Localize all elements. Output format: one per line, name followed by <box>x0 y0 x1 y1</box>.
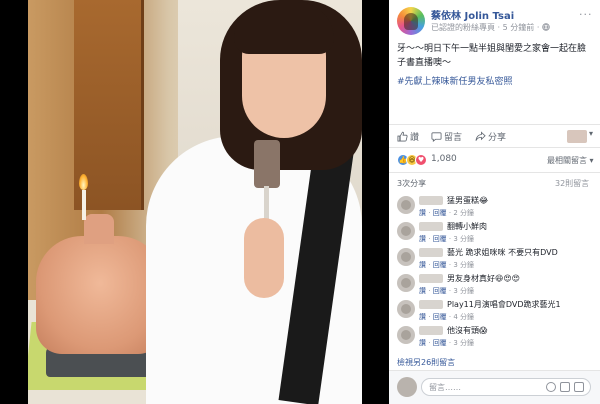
gif-icon[interactable] <box>574 382 584 392</box>
cake-neck <box>84 214 114 244</box>
globe-icon <box>542 23 550 31</box>
verified-label: 已認證的粉絲專頁 <box>431 23 495 32</box>
photo-scene <box>28 0 362 404</box>
comment-text: Play11月演唱會DVD跪求藝光1 <box>447 300 561 309</box>
sort-label: 最相關留言 <box>547 156 587 165</box>
love-reaction-icon: ♥ <box>415 154 427 166</box>
candle-flame <box>79 174 88 190</box>
comment-input-placeholder: 留言…… <box>429 383 461 392</box>
commenter-avatar[interactable] <box>397 248 415 266</box>
action-bar: 讚 留言 分享 ▾ <box>389 124 600 148</box>
view-more-comments-link[interactable]: 檢視另26則留言 <box>397 357 455 368</box>
comment-text: 猛男蛋糕😂 <box>447 196 489 205</box>
post-photo[interactable] <box>0 0 389 404</box>
emoji-icon[interactable] <box>546 382 556 392</box>
post-meta: 已認證的粉絲專頁 · 5 分鐘前 · <box>431 22 550 33</box>
commenter-avatar[interactable] <box>397 222 415 240</box>
comment-reply-link[interactable]: 回覆 <box>433 339 447 347</box>
comment-time[interactable]: 3 分鐘 <box>453 287 474 295</box>
comment-time[interactable]: 3 分鐘 <box>453 235 474 243</box>
chevron-down-icon: ▾ <box>589 156 594 165</box>
commenter-avatar[interactable] <box>397 300 415 318</box>
comment-like-link[interactable]: 讚 <box>419 261 426 269</box>
chevron-down-icon[interactable]: ▾ <box>589 129 593 138</box>
more-options-icon[interactable]: ··· <box>579 8 593 21</box>
candle <box>82 190 86 220</box>
stats-row: 3次分享 32則留言 <box>389 172 600 192</box>
page-avatar[interactable] <box>397 7 425 35</box>
comment-item: 他沒有頭😱 讚 · 回覆 · 3 分鐘 <box>389 324 600 350</box>
comment-sort-dropdown[interactable]: 最相關留言 ▾ <box>547 155 594 166</box>
commenter-avatar[interactable] <box>397 196 415 214</box>
comment-button[interactable]: 留言 <box>431 130 462 143</box>
comment-text: 翻轉小鮮肉 <box>447 222 487 231</box>
comment-like-link[interactable]: 讚 <box>419 313 426 321</box>
comment-label: 留言 <box>444 133 463 143</box>
reaction-count: 1,080 <box>431 154 457 164</box>
commenter-avatar[interactable] <box>397 274 415 292</box>
commenter-name-blurred[interactable] <box>419 326 443 335</box>
comment-meta: 讚 · 回覆 · 3 分鐘 <box>419 339 475 347</box>
comment-text: 他沒有頭😱 <box>447 326 488 335</box>
bangs <box>234 2 334 54</box>
torso-cake <box>36 236 164 354</box>
post-text: 牙～～明日下午一點半姐與閨愛之家會一起在臉子書直播噢～ <box>397 44 587 68</box>
share-count[interactable]: 3次分享 <box>397 178 426 189</box>
comment-like-link[interactable]: 讚 <box>419 235 426 243</box>
comment-meta: 讚 · 回覆 · 3 分鐘 <box>419 261 475 269</box>
comment-reply-link[interactable]: 回覆 <box>433 261 447 269</box>
comment-reply-link[interactable]: 回覆 <box>433 235 447 243</box>
comment-composer: 留言…… <box>389 370 600 404</box>
like-button[interactable]: 讚 <box>397 130 419 143</box>
comment-item: Play11月演唱會DVD跪求藝光1 讚 · 回覆 · 4 分鐘 <box>389 298 600 324</box>
comment-text: 藝光 跪求姐咪咪 不要只有DVD <box>447 248 558 257</box>
comment-time[interactable]: 3 分鐘 <box>453 339 474 347</box>
post-hashtag[interactable]: #先獻上辣味新任男友私密照 <box>397 74 513 87</box>
like-label: 讚 <box>410 133 420 143</box>
my-avatar <box>397 377 417 397</box>
viewer-avatar[interactable] <box>567 130 587 143</box>
comment-like-link[interactable]: 讚 <box>419 287 426 295</box>
commenter-name-blurred[interactable] <box>419 196 443 205</box>
commenter-name-blurred[interactable] <box>419 274 443 283</box>
arm <box>244 218 284 298</box>
commenter-name-blurred[interactable] <box>419 248 443 257</box>
comment-like-link[interactable]: 讚 <box>419 339 426 347</box>
comment-reply-link[interactable]: 回覆 <box>433 209 447 217</box>
comment-time[interactable]: 3 分鐘 <box>453 261 474 269</box>
comment-item: 翻轉小鮮肉 讚 · 回覆 · 3 分鐘 <box>389 220 600 246</box>
comment-count[interactable]: 32則留言 <box>555 178 589 189</box>
avatar-silhouette <box>404 13 418 30</box>
post-panel: 蔡依林 Jolin Tsai 已認證的粉絲專頁 · 5 分鐘前 · ··· 牙～… <box>389 0 600 404</box>
comment-time[interactable]: 4 分鐘 <box>453 313 474 321</box>
comment-meta: 讚 · 回覆 · 2 分鐘 <box>419 209 475 217</box>
commenter-name-blurred[interactable] <box>419 300 443 309</box>
comment-icon <box>431 132 442 142</box>
comments-list: 猛男蛋糕😂 讚 · 回覆 · 2 分鐘 翻轉小鮮肉 讚 · 回覆 · 3 分鐘 … <box>389 194 600 350</box>
commenter-name-blurred[interactable] <box>419 222 443 231</box>
share-label: 分享 <box>488 133 507 143</box>
comment-item: 男友身材真好😆😍😍 讚 · 回覆 · 3 分鐘 <box>389 272 600 298</box>
share-arrow-icon <box>475 131 486 141</box>
comment-input[interactable]: 留言…… <box>421 378 591 396</box>
cake-spatula <box>254 140 280 188</box>
share-button[interactable]: 分享 <box>475 130 506 143</box>
comment-reply-link[interactable]: 回覆 <box>433 313 447 321</box>
post-header: 蔡依林 Jolin Tsai 已認證的粉絲專頁 · 5 分鐘前 · ··· <box>389 0 600 40</box>
comment-item: 猛男蛋糕😂 讚 · 回覆 · 2 分鐘 <box>389 194 600 220</box>
comment-meta: 讚 · 回覆 · 3 分鐘 <box>419 287 475 295</box>
comment-text: 男友身材真好😆😍😍 <box>447 274 521 283</box>
post-time[interactable]: 5 分鐘前 <box>503 23 535 32</box>
comment-time[interactable]: 2 分鐘 <box>453 209 474 217</box>
thumbs-up-icon <box>397 131 408 142</box>
comment-item: 藝光 跪求姐咪咪 不要只有DVD 讚 · 回覆 · 3 分鐘 <box>389 246 600 272</box>
commenter-avatar[interactable] <box>397 326 415 344</box>
page-name[interactable]: 蔡依林 Jolin Tsai <box>431 7 514 22</box>
comment-meta: 讚 · 回覆 · 3 分鐘 <box>419 235 475 243</box>
comment-reply-link[interactable]: 回覆 <box>433 287 447 295</box>
comment-meta: 讚 · 回覆 · 4 分鐘 <box>419 313 475 321</box>
camera-icon[interactable] <box>560 382 570 392</box>
comment-like-link[interactable]: 讚 <box>419 209 426 217</box>
